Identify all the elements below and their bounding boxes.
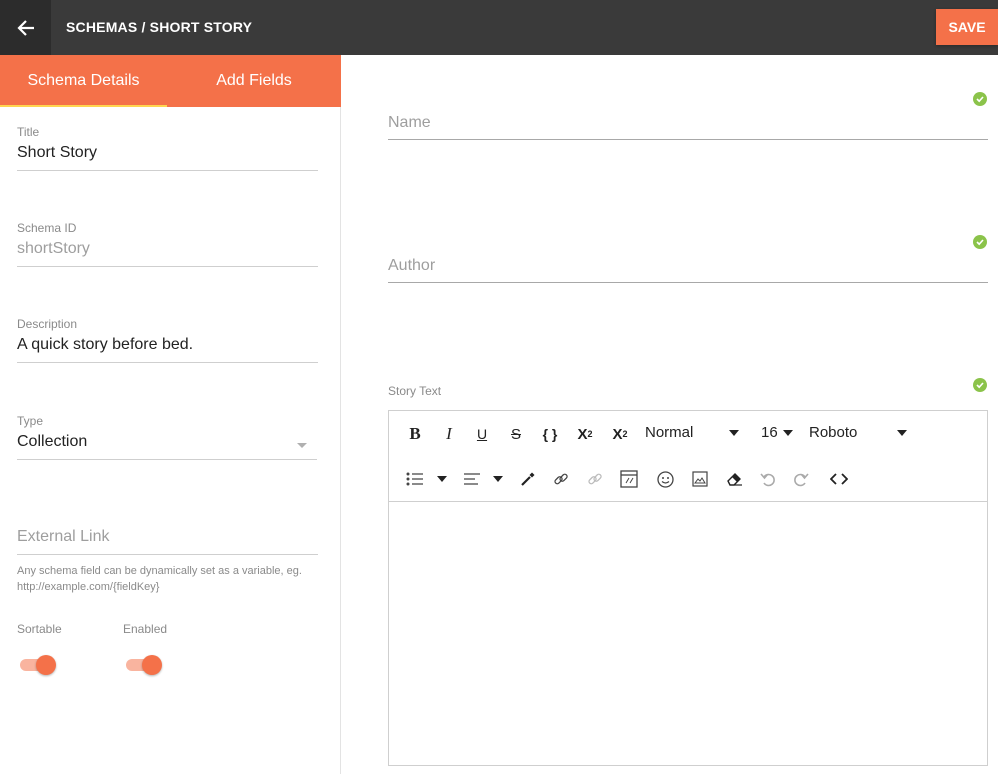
tab-bar: Schema Details Add Fields: [0, 55, 341, 107]
toggle-thumb: [142, 655, 162, 675]
editor-content-area[interactable]: [389, 502, 987, 765]
align-icon[interactable]: [462, 468, 482, 490]
schema-id-label: Schema ID: [17, 221, 77, 235]
chevron-down-icon: [729, 430, 739, 436]
unlink-icon[interactable]: [585, 468, 605, 490]
author-input[interactable]: Author: [388, 253, 988, 283]
tab-schema-details[interactable]: Schema Details: [0, 55, 167, 107]
font-family-select[interactable]: Roboto: [809, 422, 909, 444]
title-label: Title: [17, 125, 40, 139]
schema-id-input: shortStory: [17, 240, 318, 267]
block-format-select[interactable]: Normal: [645, 422, 745, 444]
chevron-down-icon: [897, 430, 907, 436]
tab-add-fields[interactable]: Add Fields: [167, 55, 341, 107]
link-icon[interactable]: [551, 468, 571, 490]
type-label: Type: [17, 414, 44, 428]
font-size-value: 16: [761, 424, 778, 441]
chevron-down-icon[interactable]: [493, 476, 503, 482]
type-field[interactable]: Type Collection: [17, 414, 317, 460]
chevron-down-icon: [783, 430, 793, 436]
external-link-help-text: Any schema field can be dynamically set …: [17, 565, 302, 593]
description-field: Description A quick story before bed.: [17, 317, 318, 363]
code-icon[interactable]: { }: [539, 423, 561, 445]
description-input[interactable]: A quick story before bed.: [17, 336, 318, 363]
chevron-down-icon[interactable]: [437, 476, 447, 482]
description-label: Description: [17, 317, 78, 331]
eraser-icon[interactable]: [724, 468, 744, 490]
bold-icon[interactable]: B: [405, 423, 425, 445]
breadcrumb: SCHEMAS / SHORT STORY: [66, 19, 253, 35]
font-family-value: Roboto: [809, 424, 858, 441]
rich-text-editor: B I U S { } X2 X2 Normal 16 Roboto: [388, 410, 988, 766]
story-text-label: Story Text: [388, 384, 442, 398]
enabled-toggle[interactable]: [124, 654, 162, 676]
active-tab-indicator: [0, 105, 167, 107]
font-size-select[interactable]: 16: [761, 422, 797, 444]
save-button[interactable]: SAVE: [936, 9, 998, 45]
title-field: Title Short Story: [17, 125, 318, 171]
superscript-icon[interactable]: X2: [573, 423, 597, 445]
block-format-value: Normal: [645, 424, 694, 441]
valid-check-icon: [973, 378, 987, 392]
schema-details-panel: Schema Details Add Fields Title Short St…: [0, 55, 341, 774]
enabled-label: Enabled: [123, 622, 168, 636]
strikethrough-icon[interactable]: S: [506, 423, 526, 445]
back-button[interactable]: [0, 0, 51, 55]
underline-icon[interactable]: U: [472, 423, 492, 445]
source-code-icon[interactable]: [828, 468, 850, 490]
name-field: Name: [388, 110, 988, 140]
schema-id-field: Schema ID shortStory: [17, 221, 318, 267]
italic-icon[interactable]: I: [439, 423, 459, 445]
valid-check-icon: [973, 92, 987, 106]
arrow-left-icon: [16, 19, 34, 36]
author-field: Author: [388, 253, 988, 283]
external-link-field: External Link: [17, 528, 318, 555]
undo-icon[interactable]: [758, 468, 778, 490]
top-app-bar: SCHEMAS / SHORT STORY SAVE: [0, 0, 998, 55]
sortable-label: Sortable: [17, 622, 62, 636]
emoji-icon[interactable]: [655, 468, 675, 490]
list-icon[interactable]: [405, 468, 425, 490]
editor-toolbar: B I U S { } X2 X2 Normal 16 Roboto: [389, 411, 987, 502]
color-picker-icon[interactable]: [518, 468, 538, 490]
external-link-input[interactable]: External Link: [17, 528, 318, 555]
title-input[interactable]: Short Story: [17, 144, 318, 171]
valid-check-icon: [973, 235, 987, 249]
sortable-toggle[interactable]: [18, 654, 56, 676]
embed-icon[interactable]: [619, 468, 639, 490]
dropdown-arrow-icon: [297, 443, 307, 448]
name-input[interactable]: Name: [388, 110, 988, 140]
image-icon[interactable]: [690, 468, 710, 490]
toggle-thumb: [36, 655, 56, 675]
redo-icon[interactable]: [791, 468, 811, 490]
subscript-icon[interactable]: X2: [608, 423, 632, 445]
type-select[interactable]: Collection: [17, 433, 317, 460]
